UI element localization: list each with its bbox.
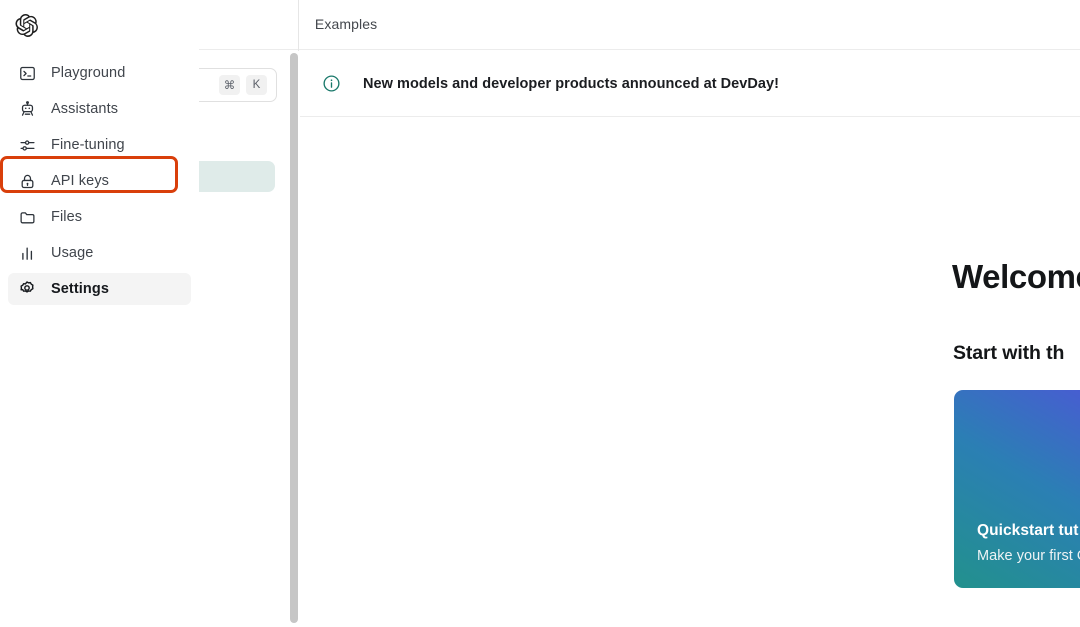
search-input[interactable]: ⌘ K bbox=[199, 68, 277, 102]
shortcut-command-key: ⌘ bbox=[219, 75, 240, 95]
content-body: Welcome Start with th Quickstart tut Mak… bbox=[300, 117, 1080, 627]
sidebar-item-fine-tuning[interactable]: Fine-tuning bbox=[8, 129, 191, 161]
sidebar-item-files[interactable]: Files bbox=[8, 201, 191, 233]
sidebar-item-assistants[interactable]: Assistants bbox=[8, 93, 191, 125]
openai-logo[interactable] bbox=[13, 12, 39, 38]
sliders-icon bbox=[17, 135, 37, 155]
sidebar-item-label: Files bbox=[51, 208, 83, 225]
panel-topbar bbox=[199, 0, 298, 50]
gear-icon bbox=[17, 279, 37, 299]
sidebar-item-label: Playground bbox=[51, 64, 126, 81]
bar-chart-icon bbox=[17, 243, 37, 263]
sidebar-item-settings[interactable]: Settings bbox=[8, 273, 191, 305]
app-root: Playground Assistants Fine-tuning API ke… bbox=[0, 0, 1080, 627]
section-heading-start: Start with th bbox=[953, 342, 1065, 364]
info-circle-icon bbox=[322, 74, 341, 93]
sidebar-item-playground[interactable]: Playground bbox=[8, 57, 191, 89]
terminal-icon bbox=[17, 63, 37, 83]
card-text-block: Quickstart tut Make your first O bbox=[977, 522, 1080, 564]
sidebar-item-label: Usage bbox=[51, 244, 94, 261]
card-title: Quickstart tut bbox=[977, 522, 1079, 539]
quickstart-tutorial-card[interactable]: Quickstart tut Make your first O bbox=[954, 390, 1080, 588]
sidebar-item-label: Assistants bbox=[51, 100, 119, 117]
card-subtitle: Make your first O bbox=[977, 548, 1080, 564]
page-title: Welcome bbox=[952, 258, 1080, 295]
sidebar-item-usage[interactable]: Usage bbox=[8, 237, 191, 269]
panel-selected-item[interactable] bbox=[199, 161, 275, 192]
shortcut-k-key: K bbox=[246, 75, 267, 95]
sidebar-item-label: Settings bbox=[51, 280, 109, 297]
sidebar-item-label: API keys bbox=[51, 172, 110, 189]
top-navigation-bar: API reference Examples bbox=[197, 0, 1080, 50]
sidebar-item-label: Fine-tuning bbox=[51, 136, 125, 153]
announcement-banner-text: New models and developer products announ… bbox=[363, 75, 780, 92]
sidebar-item-api-keys[interactable]: API keys bbox=[0, 156, 191, 197]
secondary-panel: ⌘ K bbox=[199, 0, 299, 627]
nav-link-examples[interactable]: Examples bbox=[315, 16, 377, 32]
vertical-scrollbar-thumb[interactable] bbox=[290, 53, 298, 623]
sidebar-nav: Playground Assistants Fine-tuning API ke… bbox=[0, 57, 191, 309]
announcement-banner[interactable]: New models and developer products announ… bbox=[300, 51, 1080, 117]
sidebar: Playground Assistants Fine-tuning API ke… bbox=[0, 0, 199, 627]
robot-icon bbox=[17, 99, 37, 119]
main-content: New models and developer products announ… bbox=[300, 51, 1080, 627]
folder-icon bbox=[17, 207, 37, 227]
lock-icon bbox=[17, 171, 37, 191]
